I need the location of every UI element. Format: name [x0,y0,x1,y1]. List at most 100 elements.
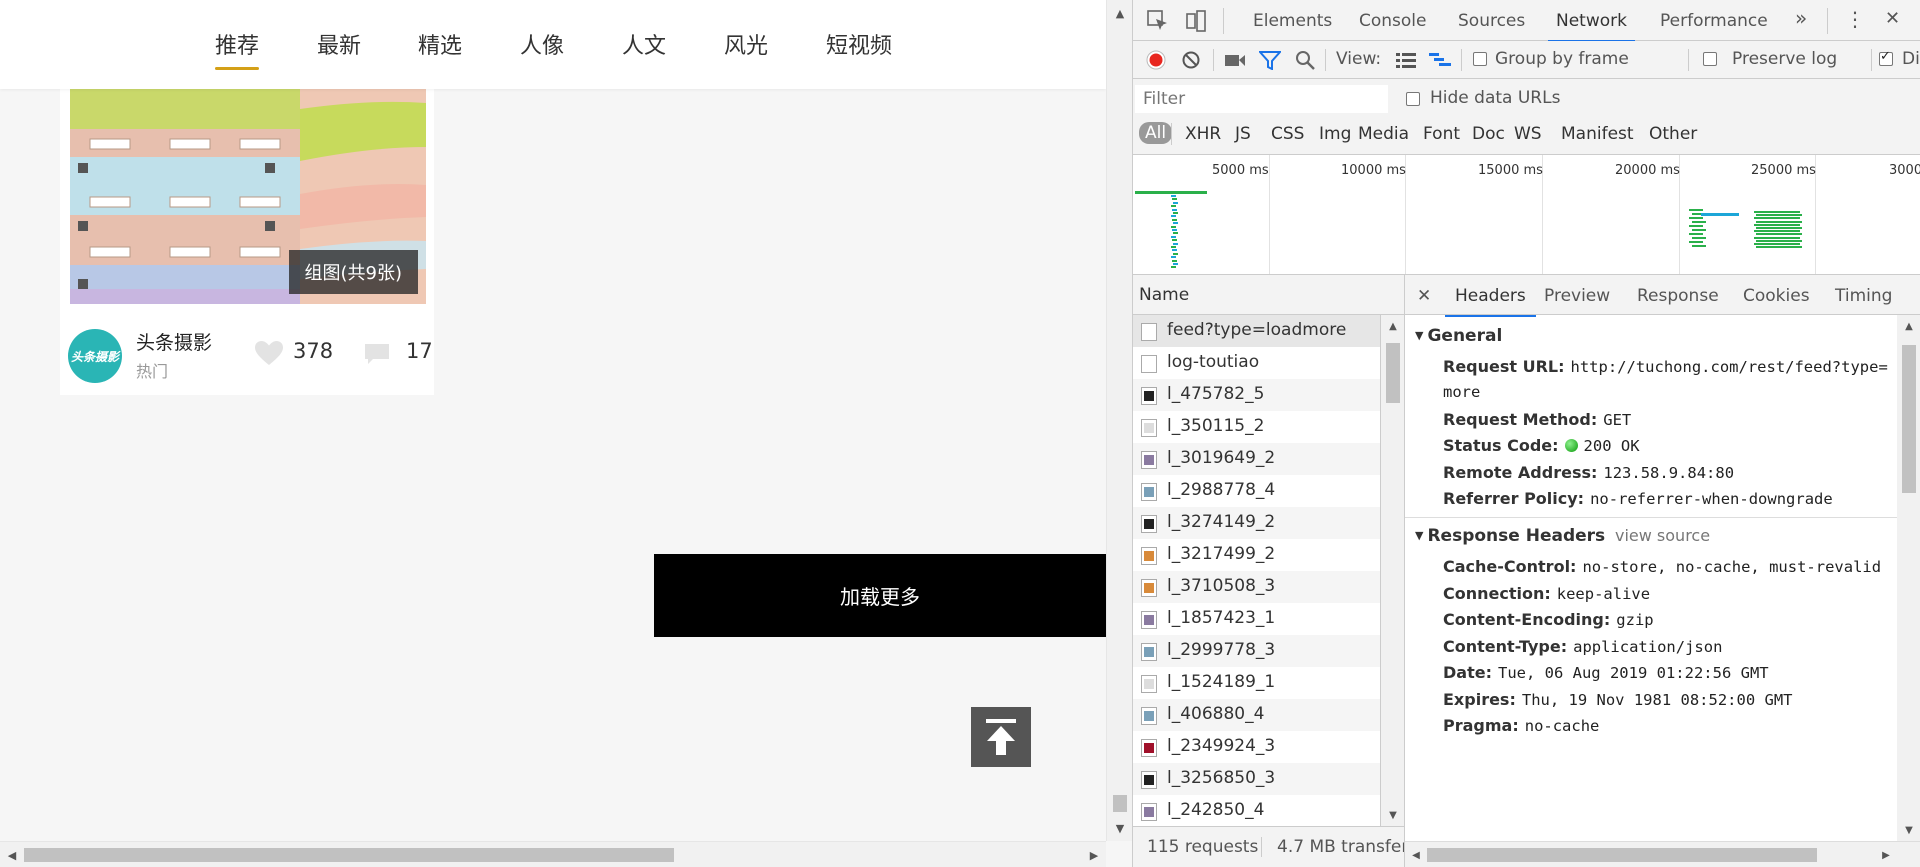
request-row[interactable]: l_1857423_1 [1133,603,1380,635]
search-icon[interactable] [1293,49,1317,71]
capture-screenshots-icon[interactable] [1223,49,1247,71]
details-vertical-scrollbar[interactable]: ▲ ▼ [1897,315,1920,841]
page-horizontal-scrollbar[interactable]: ◀ ▶ [0,841,1106,867]
device-toolbar-icon[interactable] [1183,8,1209,34]
author-avatar[interactable]: 头条摄影 [68,329,122,383]
scrollbar-thumb[interactable] [1902,345,1916,493]
request-name: l_3217499_2 [1167,544,1276,564]
preserve-log-checkbox[interactable] [1703,52,1717,66]
disable-cache-checkbox[interactable] [1879,49,1893,66]
scrollbar-thumb[interactable] [1386,343,1400,403]
nav-item-scenery[interactable]: 风光 [724,28,768,60]
scroll-down-arrow-icon[interactable]: ▼ [1897,819,1920,841]
type-filter-manifest[interactable]: Manifest [1561,124,1634,144]
details-horizontal-scrollbar[interactable]: ◀ ▶ [1405,841,1920,867]
request-row[interactable]: feed?type=loadmore [1133,315,1380,347]
scroll-down-arrow-icon[interactable]: ▼ [1381,804,1405,826]
tab-sources[interactable]: Sources [1458,11,1525,31]
name-column-header[interactable]: Name [1133,275,1405,315]
network-overview-timeline[interactable]: 5000 ms 10000 ms 15000 ms 20000 ms 25000… [1133,155,1920,275]
type-filter-other[interactable]: Other [1649,124,1697,144]
request-row[interactable]: l_2999778_3 [1133,635,1380,667]
type-filter-ws[interactable]: WS [1514,124,1542,144]
scroll-left-arrow-icon[interactable]: ◀ [0,842,24,867]
tab-headers[interactable]: Headers [1445,286,1536,317]
type-filter-css[interactable]: CSS [1271,124,1304,144]
request-row[interactable]: l_3217499_2 [1133,539,1380,571]
view-source-link[interactable]: view source [1615,526,1710,545]
scroll-right-arrow-icon[interactable]: ▶ [1875,842,1897,867]
heart-icon[interactable] [254,340,284,366]
filter-input[interactable] [1135,85,1388,113]
group-by-frame-checkbox[interactable] [1473,52,1487,66]
tab-network[interactable]: Network [1548,11,1635,42]
scroll-down-arrow-icon[interactable]: ▼ [1107,815,1133,841]
request-row[interactable]: l_2988778_4 [1133,475,1380,507]
general-section-toggle[interactable]: ▼ General [1415,326,1502,346]
request-list: feed?type=loadmore log-toutiao l_475782_5 l… [1133,315,1381,826]
back-to-top-button[interactable] [971,707,1031,767]
scroll-up-arrow-icon[interactable]: ▲ [1107,0,1133,26]
type-filter-media[interactable]: Media [1358,124,1409,144]
nav-item-recommend[interactable]: 推荐 [215,28,260,70]
scroll-up-arrow-icon[interactable]: ▲ [1381,315,1405,337]
request-row[interactable]: l_3256850_3 [1133,763,1380,795]
type-filter-font[interactable]: Font [1423,124,1460,144]
record-icon[interactable] [1145,49,1167,71]
request-row[interactable]: l_475782_5 [1133,379,1380,411]
request-list-scrollbar[interactable]: ▲ ▼ [1381,315,1405,826]
tab-response[interactable]: Response [1637,286,1719,306]
request-row[interactable]: l_3274149_2 [1133,507,1380,539]
scrollbar-thumb[interactable] [1427,848,1817,862]
nav-item-short-video[interactable]: 短视频 [826,28,892,60]
card-author-row: 头条摄影 头条摄影 热门 378 17 [68,326,433,386]
page-vertical-scrollbar[interactable]: ▲ ▼ [1106,0,1132,841]
waterfall-overview-icon[interactable] [1429,50,1451,70]
close-devtools-icon[interactable]: ✕ [1885,8,1900,29]
request-row[interactable]: l_3710508_3 [1133,571,1380,603]
tab-elements[interactable]: Elements [1253,11,1332,31]
hide-data-urls-checkbox[interactable] [1406,92,1420,106]
type-filter-doc[interactable]: Doc [1472,124,1505,144]
tick-label: 25000 ms [1751,163,1816,178]
scrollbar-thumb[interactable] [1113,795,1127,812]
nav-item-humanities[interactable]: 人文 [622,28,666,60]
filter-icon[interactable] [1258,49,1282,71]
large-rows-icon[interactable] [1395,50,1417,70]
devtools-menu-icon[interactable]: ⋮ [1845,7,1865,31]
card-photo[interactable]: 组图(共9张) [70,89,426,304]
type-filter-all[interactable]: All [1139,122,1173,144]
request-row[interactable]: l_2349924_3 [1133,731,1380,763]
type-filter-img[interactable]: Img [1319,124,1351,144]
request-row[interactable]: l_242850_4 [1133,795,1380,826]
nav-item-featured[interactable]: 精选 [418,28,462,60]
tab-performance[interactable]: Performance [1660,11,1768,31]
type-filter-xhr[interactable]: XHR [1185,124,1221,144]
request-row[interactable]: l_406880_4 [1133,699,1380,731]
tab-console[interactable]: Console [1359,11,1427,31]
scroll-right-arrow-icon[interactable]: ▶ [1082,842,1106,867]
close-details-icon[interactable]: ✕ [1417,286,1431,306]
request-row[interactable]: l_3019649_2 [1133,443,1380,475]
type-filter-js[interactable]: JS [1235,124,1251,144]
scrollbar-thumb[interactable] [24,848,674,862]
request-name: l_3256850_3 [1167,768,1276,788]
load-more-button[interactable]: 加载更多 [654,554,1106,637]
response-headers-section-toggle[interactable]: ▼ Response Headers [1415,526,1605,546]
request-row[interactable]: log-toutiao [1133,347,1380,379]
comment-icon[interactable] [364,343,390,365]
scroll-up-arrow-icon[interactable]: ▲ [1897,315,1920,337]
request-row[interactable]: l_350115_2 [1133,411,1380,443]
nav-item-latest[interactable]: 最新 [317,28,361,60]
nav-item-portrait[interactable]: 人像 [520,28,564,60]
tab-timing[interactable]: Timing [1835,286,1892,306]
scroll-left-arrow-icon[interactable]: ◀ [1405,842,1427,867]
request-row[interactable]: l_1524189_1 [1133,667,1380,699]
clear-icon[interactable] [1180,49,1202,71]
tab-preview[interactable]: Preview [1544,286,1610,306]
author-name[interactable]: 头条摄影 [136,328,212,355]
waterfall-bar [1754,236,1800,239]
inspect-element-icon[interactable] [1145,8,1171,34]
tab-cookies[interactable]: Cookies [1743,286,1810,306]
more-tabs-icon[interactable]: » [1795,6,1807,30]
